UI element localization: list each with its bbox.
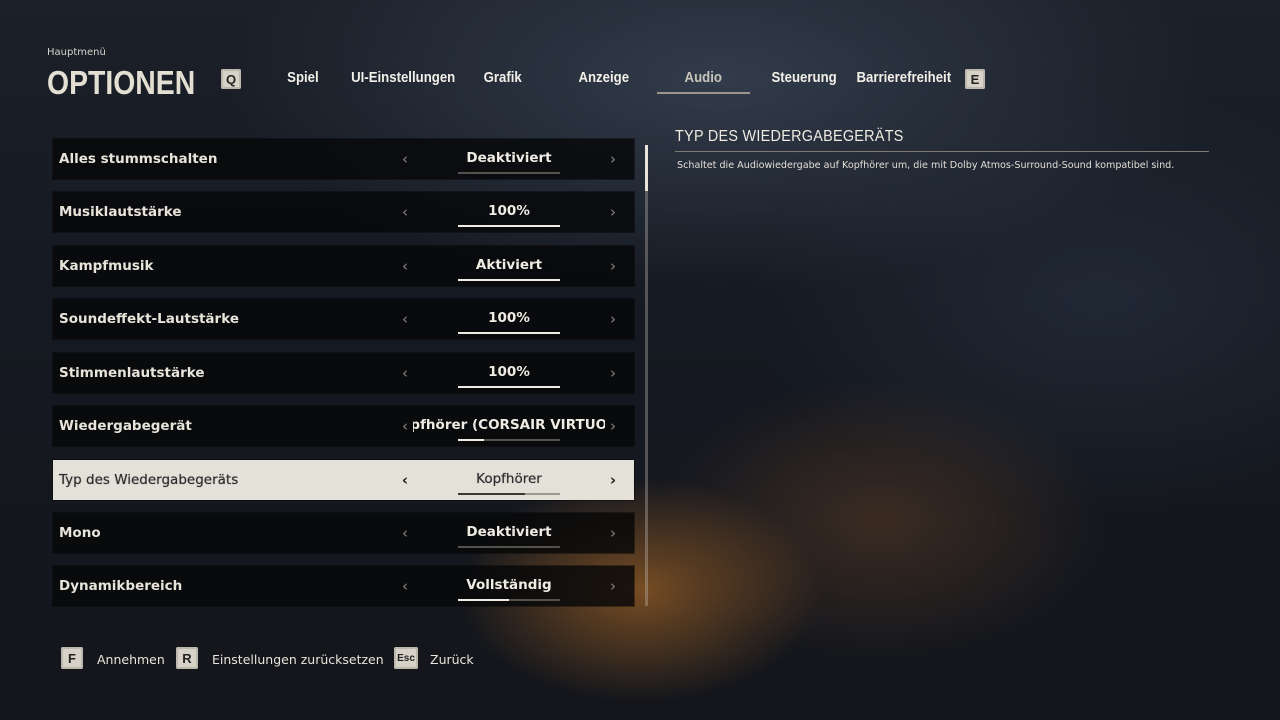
setting-row-kampfmusik[interactable]: Kampfmusik ‹ Aktiviert › (53, 246, 634, 286)
back-key[interactable]: Esc (394, 647, 418, 669)
page-title: OPTIONEN (47, 64, 196, 101)
arrow-left-icon[interactable]: ‹ (398, 192, 412, 232)
settings-scrollbar[interactable] (645, 145, 648, 606)
arrow-right-icon[interactable]: › (606, 566, 620, 606)
setting-label: Typ des Wiedergabegeräts (59, 472, 239, 488)
arrow-left-icon[interactable]: ‹ (398, 460, 412, 500)
back-button[interactable]: Zurück (430, 646, 474, 672)
tab-ui-einstellungen[interactable]: UI-Einstellungen (350, 62, 457, 92)
setting-label: Musiklautstärke (59, 204, 182, 220)
setting-label: Alles stummschalten (59, 151, 218, 167)
setting-row-mono[interactable]: Mono ‹ Deaktiviert › (53, 513, 634, 553)
tab-audio[interactable]: Audio (657, 62, 750, 94)
arrow-right-icon[interactable]: › (606, 139, 620, 179)
tab-barrierefreiheit[interactable]: Barrierefreiheit (853, 62, 955, 92)
description-text: Schaltet die Audiowiedergabe auf Kopfhör… (677, 160, 1175, 171)
tab-grafik[interactable]: Grafik (463, 62, 543, 92)
setting-label: Wiedergabegerät (59, 418, 192, 434)
reset-key[interactable]: R (176, 647, 198, 669)
setting-row-dynamikbereich[interactable]: Dynamikbereich ‹ Vollständig › (53, 566, 634, 606)
arrow-right-icon[interactable]: › (606, 460, 620, 500)
prev-tab-key[interactable]: Q (221, 69, 241, 89)
arrow-right-icon[interactable]: › (606, 353, 620, 393)
description-title: TYP DES WIEDERGABEGERÄTS (675, 128, 1209, 152)
accept-key[interactable]: F (61, 647, 83, 669)
value-indicator (458, 332, 560, 334)
tab-anzeige[interactable]: Anzeige (563, 62, 645, 92)
value-indicator (458, 225, 560, 227)
arrow-left-icon[interactable]: ‹ (398, 513, 412, 553)
value-indicator (458, 279, 560, 281)
setting-row-stimmenlautstaerke[interactable]: Stimmenlautstärke ‹ 100% › (53, 353, 634, 393)
setting-row-alles-stummschalten[interactable]: Alles stummschalten ‹ Deaktiviert › (53, 139, 634, 179)
value-indicator (458, 493, 560, 495)
setting-row-musiklautstaerke[interactable]: Musiklautstärke ‹ 100% › (53, 192, 634, 232)
setting-row-wiedergabegeraet[interactable]: Wiedergabegerät ‹ opfhörer (CORSAIR VIRT… (53, 406, 634, 446)
arrow-right-icon[interactable]: › (606, 192, 620, 232)
arrow-left-icon[interactable]: ‹ (398, 353, 412, 393)
tab-spiel[interactable]: Spiel (263, 62, 343, 92)
setting-row-soundeffekt-lautstaerke[interactable]: Soundeffekt-Lautstärke ‹ 100% › (53, 299, 634, 339)
next-tab-key[interactable]: E (965, 69, 985, 89)
value-indicator (458, 546, 560, 548)
accept-button[interactable]: Annehmen (97, 646, 165, 672)
arrow-right-icon[interactable]: › (606, 246, 620, 286)
reset-settings-button[interactable]: Einstellungen zurücksetzen (212, 646, 384, 672)
arrow-left-icon[interactable]: ‹ (398, 139, 412, 179)
setting-row-typ-des-wiedergabegeraets[interactable]: Typ des Wiedergabegeräts ‹ Kopfhörer › (53, 460, 634, 500)
setting-label: Mono (59, 525, 101, 541)
setting-label: Dynamikbereich (59, 578, 183, 594)
arrow-left-icon[interactable]: ‹ (398, 566, 412, 606)
setting-label: Stimmenlautstärke (59, 365, 205, 381)
value-indicator (458, 439, 560, 441)
value-indicator (458, 386, 560, 388)
value-indicator (458, 599, 560, 601)
arrow-right-icon[interactable]: › (606, 299, 620, 339)
arrow-left-icon[interactable]: ‹ (398, 299, 412, 339)
arrow-right-icon[interactable]: › (606, 513, 620, 553)
arrow-left-icon[interactable]: ‹ (398, 406, 412, 446)
breadcrumb[interactable]: Hauptmenü (47, 47, 106, 58)
arrow-right-icon[interactable]: › (606, 406, 620, 446)
setting-label: Soundeffekt-Lautstärke (59, 311, 239, 327)
value-indicator (458, 172, 560, 174)
tab-steuerung[interactable]: Steuerung (763, 62, 845, 92)
scrollbar-thumb[interactable] (645, 145, 648, 192)
arrow-left-icon[interactable]: ‹ (398, 246, 412, 286)
setting-label: Kampfmusik (59, 258, 154, 274)
